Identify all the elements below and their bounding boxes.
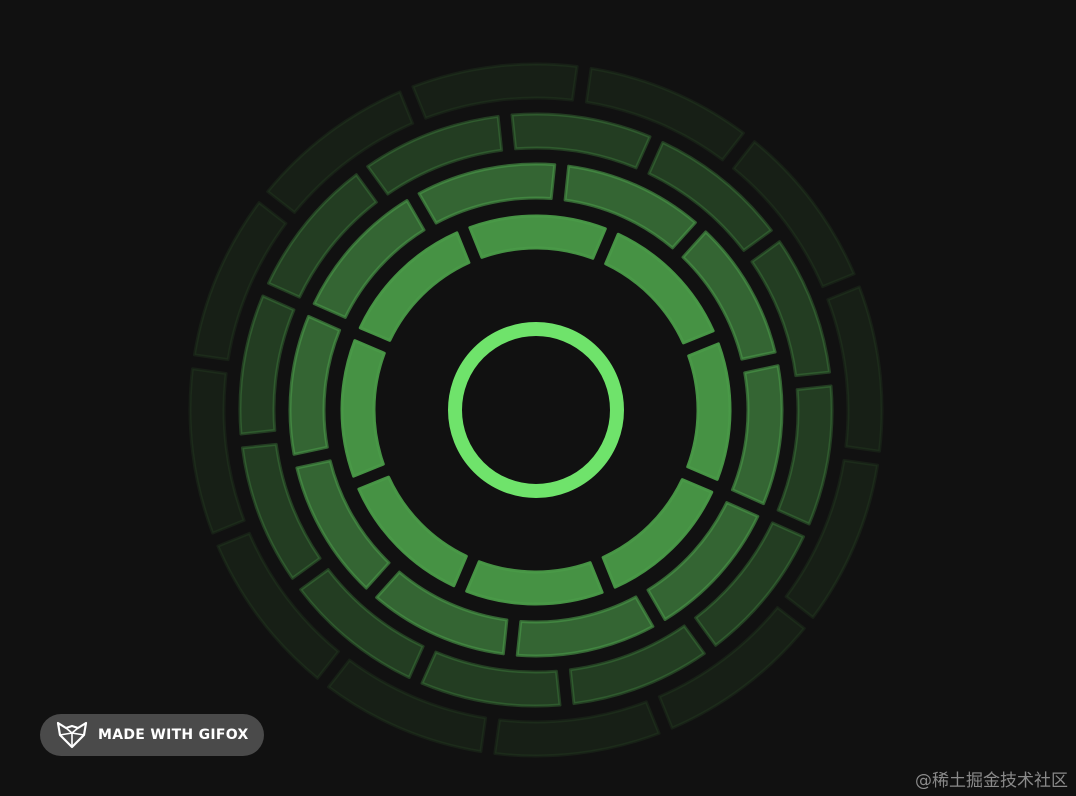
ring-3-segment: [420, 650, 562, 708]
ring-2-segment: [515, 595, 655, 658]
ring-2-segment: [681, 230, 777, 361]
ring-2-segment: [730, 364, 784, 506]
ring-2-segment: [417, 162, 557, 225]
ring-1-segment: [468, 214, 607, 260]
ring-1-segment: [465, 560, 604, 606]
ring-1-segment: [686, 342, 732, 481]
badge-label: MADE WITH GIFOX: [98, 727, 249, 743]
fox-logo-icon: [56, 719, 88, 751]
ring-2-segment: [295, 459, 391, 590]
ring-4-segment: [411, 62, 579, 120]
made-with-gifox-badge: MADE WITH GIFOX: [40, 714, 264, 756]
watermark-text: @稀土掘金技术社区: [915, 771, 1068, 791]
radial-loader-graphic: [188, 62, 884, 758]
ring-1-segment: [340, 339, 386, 478]
segmented-rings: [188, 62, 884, 758]
ring-3-segment: [510, 112, 652, 170]
core-ring: [448, 322, 624, 498]
ring-3-segment: [238, 294, 296, 436]
ring-4-segment: [493, 700, 661, 758]
ring-4-segment: [826, 285, 884, 453]
ring-3-segment: [776, 384, 834, 526]
ring-2-segment: [288, 314, 342, 456]
ring-4-segment: [188, 367, 246, 535]
